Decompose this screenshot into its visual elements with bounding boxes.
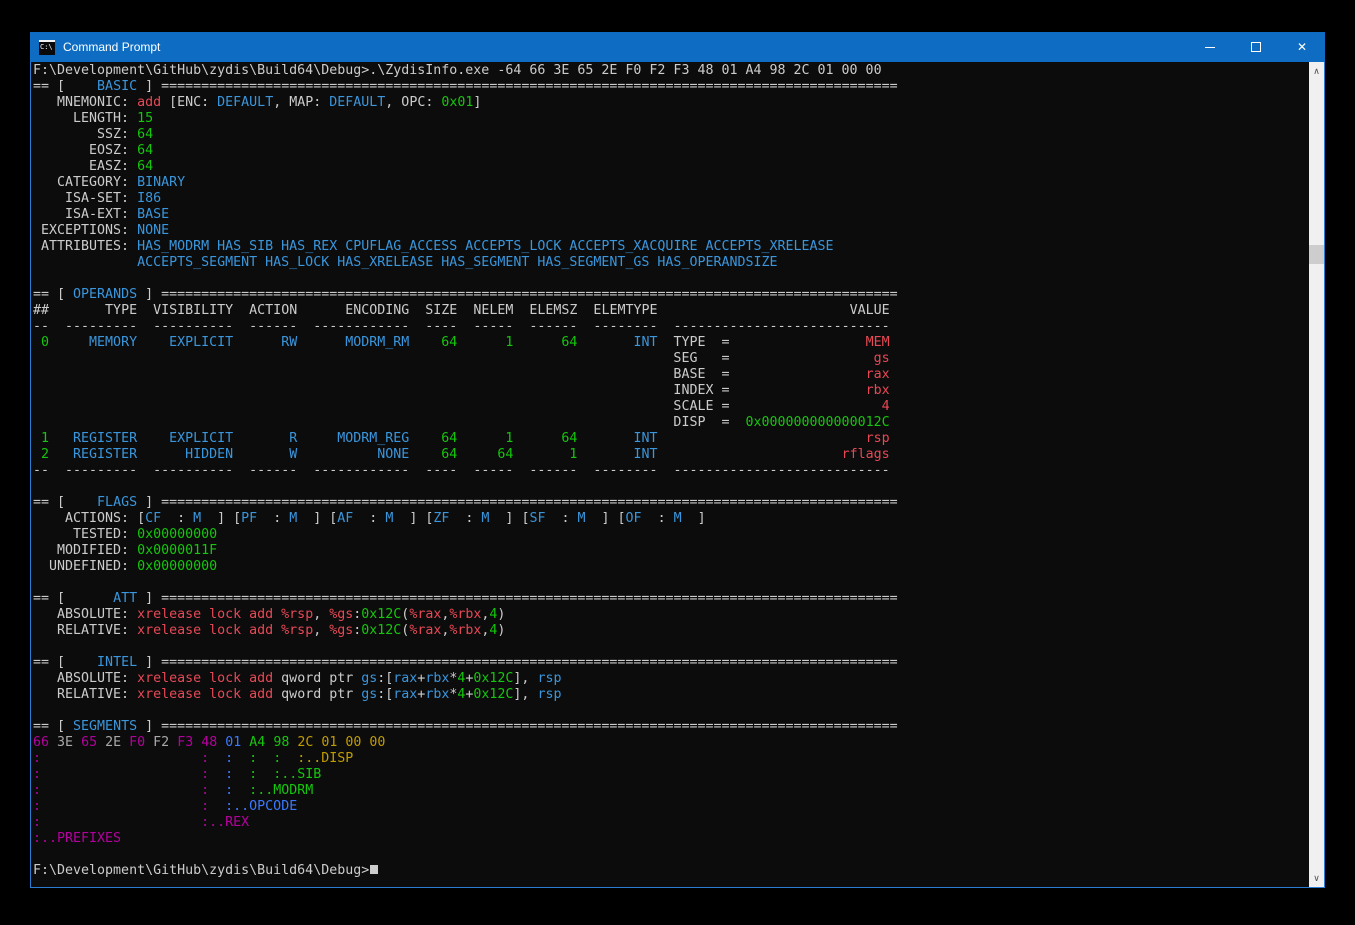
chevron-up-icon: ∧: [1313, 67, 1320, 76]
maximize-icon: [1251, 42, 1261, 52]
minimize-button[interactable]: [1187, 32, 1233, 62]
terminal-line: :..PREFIXES: [33, 831, 1308, 847]
window-title: Command Prompt: [63, 40, 1187, 54]
terminal-line: [33, 479, 1308, 495]
terminal-line: == [ SEGMENTS ] ========================…: [33, 719, 1308, 735]
terminal-line: [33, 639, 1308, 655]
scrollbar-thumb[interactable]: [1309, 245, 1324, 264]
terminal-line: [33, 271, 1308, 287]
text-cursor: [370, 865, 378, 874]
terminal-line: : : : :..MODRM: [33, 783, 1308, 799]
terminal-line: RELATIVE: xrelease lock add qword ptr gs…: [33, 687, 1308, 703]
terminal-line: -- --------- ---------- ------ ---------…: [33, 463, 1308, 479]
terminal-line: MNEMONIC: add [ENC: DEFAULT, MAP: DEFAUL…: [33, 95, 1308, 111]
terminal-line: == [ FLAGS ] ===========================…: [33, 495, 1308, 511]
terminal-line: ## TYPE VISIBILITY ACTION ENCODING SIZE …: [33, 303, 1308, 319]
terminal-line: ISA-SET: I86: [33, 191, 1308, 207]
close-button[interactable]: ✕: [1279, 32, 1325, 62]
terminal-line: 66 3E 65 2E F0 F2 F3 48 01 A4 98 2C 01 0…: [33, 735, 1308, 751]
terminal-line: : : :..OPCODE: [33, 799, 1308, 815]
maximize-button[interactable]: [1233, 32, 1279, 62]
terminal-line: == [ INTEL ] ===========================…: [33, 655, 1308, 671]
minimize-icon: [1205, 47, 1215, 48]
terminal-line: -- --------- ---------- ------ ---------…: [33, 319, 1308, 335]
terminal-line: LENGTH: 15: [33, 111, 1308, 127]
cmd-icon: C:\: [39, 40, 55, 55]
terminal-line: [33, 575, 1308, 591]
terminal-line: ATTRIBUTES: HAS_MODRM HAS_SIB HAS_REX CP…: [33, 239, 1308, 255]
terminal-line: EXCEPTIONS: NONE: [33, 223, 1308, 239]
terminal-line: CATEGORY: BINARY: [33, 175, 1308, 191]
terminal-line: 2 REGISTER HIDDEN W NONE 64 64 1 INT rfl…: [33, 447, 1308, 463]
terminal-line: DISP = 0x000000000000012C: [33, 415, 1308, 431]
terminal-line: [33, 703, 1308, 719]
terminal-line: [33, 847, 1308, 863]
terminal-line: : : : : :..SIB: [33, 767, 1308, 783]
terminal-line: SCALE = 4: [33, 399, 1308, 415]
chevron-down-icon: ∨: [1313, 874, 1320, 883]
terminal-line: INDEX = rbx: [33, 383, 1308, 399]
terminal-line: ACCEPTS_SEGMENT HAS_LOCK HAS_XRELEASE HA…: [33, 255, 1308, 271]
terminal-line: ACTIONS: [CF : M ] [PF : M ] [AF : M ] […: [33, 511, 1308, 527]
scrollbar-up-button[interactable]: ∧: [1309, 63, 1324, 79]
terminal-line: ISA-EXT: BASE: [33, 207, 1308, 223]
scrollbar[interactable]: ∧ ∨: [1309, 62, 1324, 887]
terminal-line: == [ ATT ] =============================…: [33, 591, 1308, 607]
terminal-line: RELATIVE: xrelease lock add %rsp, %gs:0x…: [33, 623, 1308, 639]
terminal-line: : :..REX: [33, 815, 1308, 831]
terminal-output[interactable]: F:\Development\GitHub\zydis\Build64\Debu…: [33, 63, 1308, 887]
terminal-line: ABSOLUTE: xrelease lock add %rsp, %gs:0x…: [33, 607, 1308, 623]
terminal-client-area: F:\Development\GitHub\zydis\Build64\Debu…: [30, 62, 1325, 888]
terminal-line: == [ OPERANDS ] ========================…: [33, 287, 1308, 303]
terminal-line: MODIFIED: 0x0000011F: [33, 543, 1308, 559]
window-controls: ✕: [1187, 32, 1325, 62]
title-bar[interactable]: C:\ Command Prompt ✕: [30, 32, 1325, 62]
terminal-line: SEG = gs: [33, 351, 1308, 367]
terminal-line: 1 REGISTER EXPLICIT R MODRM_REG 64 1 64 …: [33, 431, 1308, 447]
terminal-line: : : : : : :..DISP: [33, 751, 1308, 767]
terminal-line: BASE = rax: [33, 367, 1308, 383]
terminal-line: == [ BASIC ] ===========================…: [33, 79, 1308, 95]
close-icon: ✕: [1297, 41, 1307, 53]
terminal-line: EASZ: 64: [33, 159, 1308, 175]
terminal-line: SSZ: 64: [33, 127, 1308, 143]
terminal-line: UNDEFINED: 0x00000000: [33, 559, 1308, 575]
terminal-line: F:\Development\GitHub\zydis\Build64\Debu…: [33, 63, 1308, 79]
terminal-line: ABSOLUTE: xrelease lock add qword ptr gs…: [33, 671, 1308, 687]
terminal-line: TESTED: 0x00000000: [33, 527, 1308, 543]
command-prompt-window: C:\ Command Prompt ✕ F:\Development\GitH…: [30, 32, 1325, 888]
terminal-line: F:\Development\GitHub\zydis\Build64\Debu…: [33, 863, 1308, 879]
terminal-line: EOSZ: 64: [33, 143, 1308, 159]
terminal-line: 0 MEMORY EXPLICIT RW MODRM_RM 64 1 64 IN…: [33, 335, 1308, 351]
scrollbar-down-button[interactable]: ∨: [1309, 870, 1324, 886]
